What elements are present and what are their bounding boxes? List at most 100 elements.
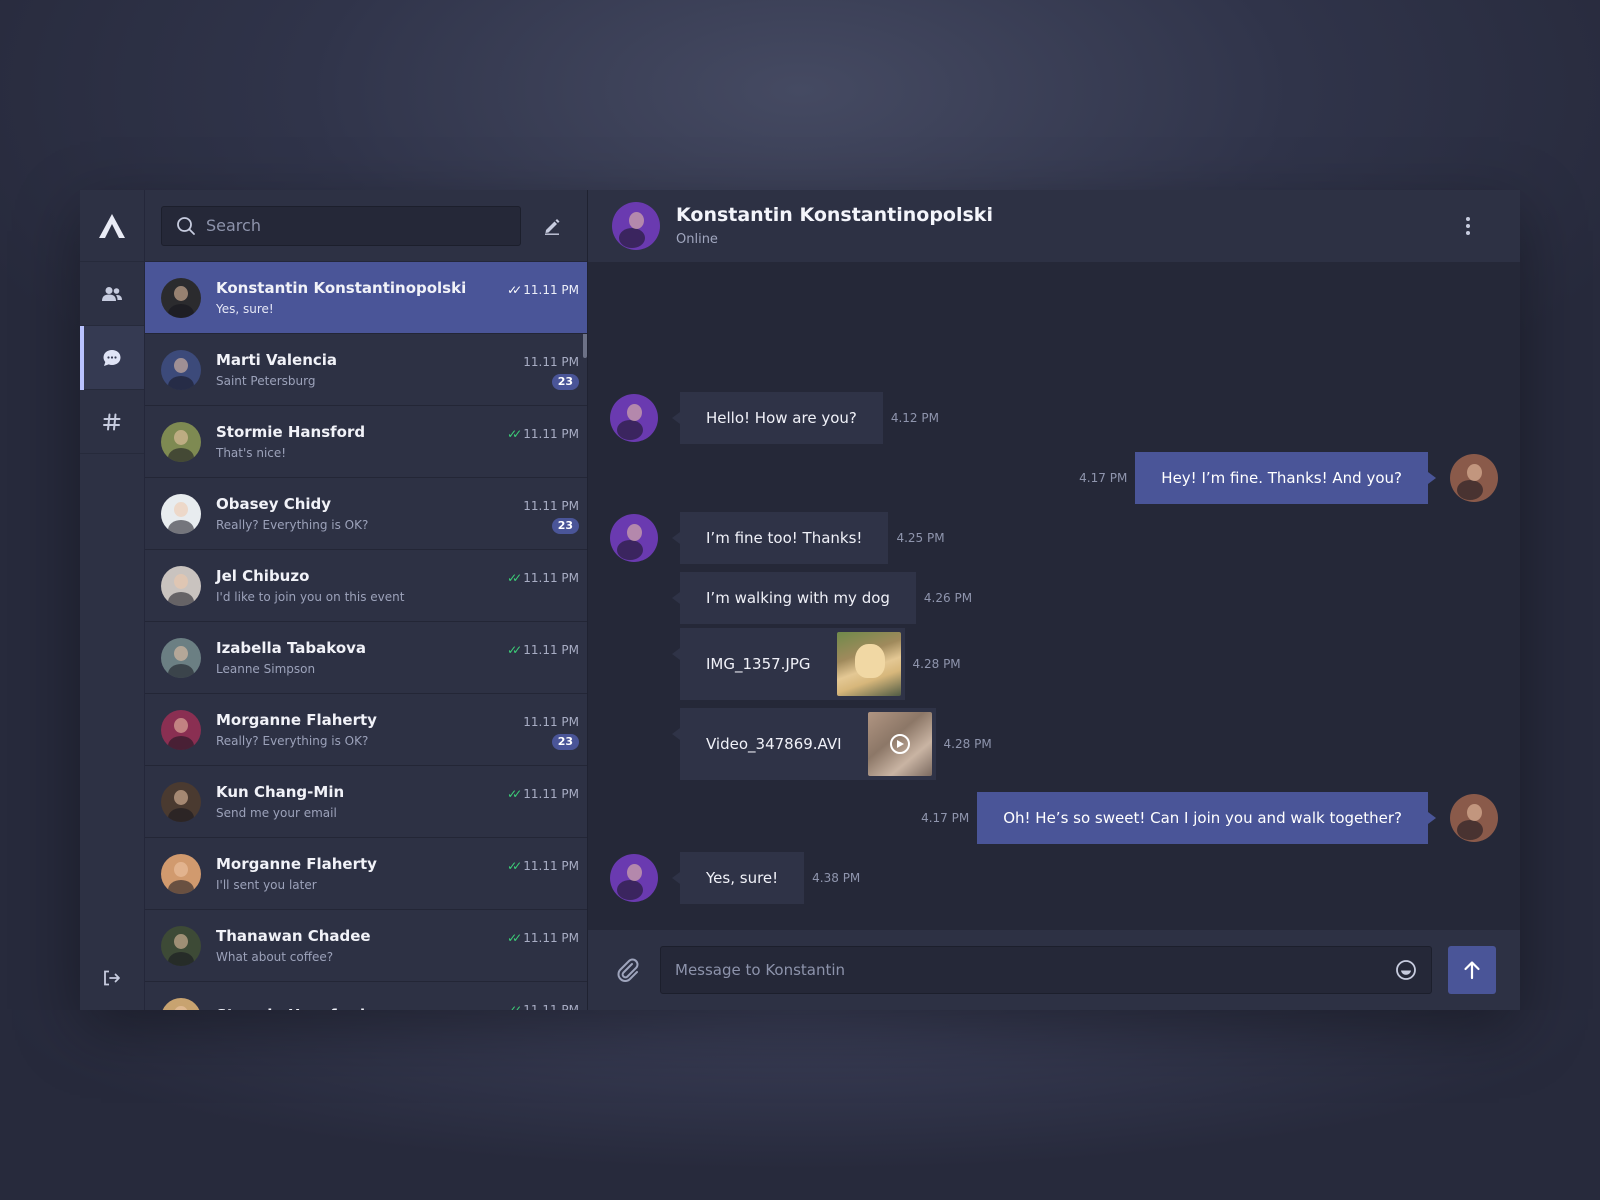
my-avatar[interactable] bbox=[1450, 454, 1498, 502]
contact-name: Jel Chibuzo bbox=[216, 567, 310, 585]
nav-chats[interactable] bbox=[80, 326, 144, 390]
contact-time: 11.11 PM bbox=[523, 931, 579, 945]
contact-name: Kun Chang-Min bbox=[216, 783, 345, 801]
image-thumbnail[interactable] bbox=[836, 632, 901, 696]
contact-meta: ✓✓ 11.11 PM bbox=[489, 406, 579, 441]
contact-time: 11.11 PM bbox=[523, 355, 579, 369]
contact-row[interactable]: Izabella Tabakova Leanne Simpson ✓✓ 11.11 P… bbox=[145, 622, 587, 694]
attachment-filename: IMG_1357.JPG bbox=[706, 655, 811, 673]
contact-time-row: 11.11 PM bbox=[523, 355, 579, 369]
more-options-button[interactable] bbox=[1456, 214, 1480, 238]
contact-name: Stormie Hansford bbox=[216, 423, 366, 441]
contact-meta: 11.11 PM 23 bbox=[489, 334, 579, 390]
message-time: 4.17 PM bbox=[921, 811, 970, 825]
contact-preview: Saint Petersburg bbox=[216, 374, 316, 388]
chat-partner-avatar[interactable] bbox=[612, 201, 660, 250]
contact-time: 11.11 PM bbox=[523, 427, 579, 441]
send-button[interactable] bbox=[1448, 946, 1496, 994]
attach-button[interactable] bbox=[612, 954, 644, 986]
double-check-icon: ✓✓ bbox=[507, 859, 522, 873]
contact-time: 11.11 PM bbox=[523, 499, 579, 513]
background-glow bbox=[0, 1010, 1600, 1200]
search-input[interactable] bbox=[206, 216, 506, 235]
contact-avatar bbox=[161, 277, 201, 318]
contact-time: 11.11 PM bbox=[523, 1003, 579, 1010]
contact-preview: Yes, sure! bbox=[216, 302, 274, 316]
contact-meta: 11.11 PM 23 bbox=[489, 478, 579, 534]
contact-text: Kun Chang-Min Send me your email bbox=[216, 783, 489, 820]
contact-row[interactable]: Konstantin Konstantinopolski Yes, sure! ✓✓… bbox=[145, 262, 587, 334]
emoji-icon[interactable] bbox=[1395, 959, 1417, 981]
sender-avatar[interactable] bbox=[610, 514, 658, 562]
contact-row[interactable]: Morganne Flaherty I'll sent you later ✓✓ 11… bbox=[145, 838, 587, 910]
incoming-message: Video_347869.AVI 4.28 PM bbox=[610, 708, 992, 780]
contact-avatar bbox=[161, 997, 201, 1010]
message-input[interactable] bbox=[675, 961, 1395, 979]
contact-time: 11.11 PM bbox=[523, 571, 579, 585]
contact-time-row: ✓✓ 11.11 PM bbox=[507, 931, 579, 945]
unread-badge: 23 bbox=[551, 734, 579, 750]
logout-button[interactable] bbox=[80, 962, 144, 994]
contact-row[interactable]: Thanawan Chadee What about coffee? ✓✓ 11.11… bbox=[145, 910, 587, 982]
search-row bbox=[145, 190, 587, 262]
contact-name: Izabella Tabakova bbox=[216, 639, 367, 657]
contact-text: Stormie Hansford bbox=[216, 1006, 489, 1010]
incoming-message: Yes, sure! 4.38 PM bbox=[610, 852, 860, 904]
contact-avatar bbox=[161, 853, 201, 894]
contact-name: Thanawan Chadee bbox=[216, 927, 371, 945]
unread-badge: 23 bbox=[551, 518, 579, 534]
contact-name: Morganne Flaherty bbox=[216, 711, 377, 729]
contact-text: Thanawan Chadee What about coffee? bbox=[216, 927, 489, 964]
contact-row[interactable]: Jel Chibuzo I'd like to join you on this … bbox=[145, 550, 587, 622]
contact-time-row: ✓✓ 11.11 PM bbox=[507, 787, 579, 801]
incoming-message: IMG_1357.JPG 4.28 PM bbox=[610, 628, 961, 700]
paperclip-icon bbox=[617, 958, 639, 983]
play-icon[interactable] bbox=[889, 734, 910, 754]
contact-name: Morganne Flaherty bbox=[216, 855, 377, 873]
contact-time-row: ✓✓ 11.11 PM bbox=[507, 1003, 579, 1010]
contact-name: Stormie Hansford bbox=[216, 1006, 489, 1010]
contact-preview: Really? Everything is OK? bbox=[216, 734, 369, 748]
video-attachment[interactable]: Video_347869.AVI bbox=[672, 708, 936, 780]
my-avatar[interactable] bbox=[1450, 794, 1498, 842]
double-check-icon: ✓✓ bbox=[507, 571, 522, 585]
double-check-icon: ✓✓ bbox=[507, 931, 522, 945]
contact-row[interactable]: Stormie Hansford That's nice! ✓✓ 11.11 PM bbox=[145, 406, 587, 478]
contact-time: 11.11 PM bbox=[523, 787, 579, 801]
contact-meta: ✓✓ 11.11 PM bbox=[489, 982, 579, 1010]
contacts-panel: Konstantin Konstantinopolski Yes, sure! ✓✓… bbox=[144, 190, 588, 1010]
incoming-message: I’m fine too! Thanks! 4.25 PM bbox=[610, 512, 945, 564]
image-attachment[interactable]: IMG_1357.JPG bbox=[672, 628, 905, 700]
nav-contacts[interactable] bbox=[80, 262, 144, 326]
incoming-message: I’m walking with my dog 4.26 PM bbox=[610, 572, 972, 624]
contact-avatar bbox=[161, 709, 201, 750]
pencil-icon bbox=[545, 218, 560, 235]
contact-preview: I'll sent you later bbox=[216, 878, 317, 892]
compose-button[interactable] bbox=[533, 206, 571, 246]
nav-channels[interactable] bbox=[80, 390, 144, 454]
message-box[interactable] bbox=[660, 946, 1432, 994]
contact-avatar bbox=[161, 493, 201, 534]
hashtag-icon bbox=[103, 413, 121, 430]
sender-avatar[interactable] bbox=[610, 394, 658, 442]
contact-row[interactable]: Stormie Hansford ✓✓11.11 PM bbox=[145, 982, 587, 1010]
contact-text: Morganne Flaherty I'll sent you later bbox=[216, 855, 489, 892]
contact-preview: I'd like to join you on this event bbox=[216, 590, 405, 604]
message-time: 4.17 PM bbox=[1079, 471, 1128, 485]
contact-row[interactable]: Kun Chang-Min Send me your email ✓✓ 11.11 P… bbox=[145, 766, 587, 838]
app-logo[interactable] bbox=[80, 190, 144, 262]
contact-row[interactable]: Marti Valencia Saint Petersburg 11.11 PM 23 bbox=[145, 334, 587, 406]
contact-time: 11.11 PM bbox=[523, 859, 579, 873]
contact-row[interactable]: Obasey Chidy Really? Everything is OK? 11.… bbox=[145, 478, 587, 550]
message-bubble: Hello! How are you? bbox=[672, 392, 883, 444]
message-time: 4.12 PM bbox=[890, 411, 939, 425]
contact-row[interactable]: Morganne Flaherty Really? Everything is O… bbox=[145, 694, 587, 766]
contacts-icon bbox=[102, 286, 122, 301]
logout-icon bbox=[104, 970, 120, 986]
search-box[interactable] bbox=[161, 205, 521, 246]
chat-partner-status: Online bbox=[676, 232, 718, 247]
video-thumbnail[interactable] bbox=[867, 712, 932, 776]
sender-avatar[interactable] bbox=[610, 854, 658, 902]
contact-time: 11.11 PM bbox=[523, 283, 579, 297]
double-check-icon: ✓✓ bbox=[507, 1003, 522, 1010]
